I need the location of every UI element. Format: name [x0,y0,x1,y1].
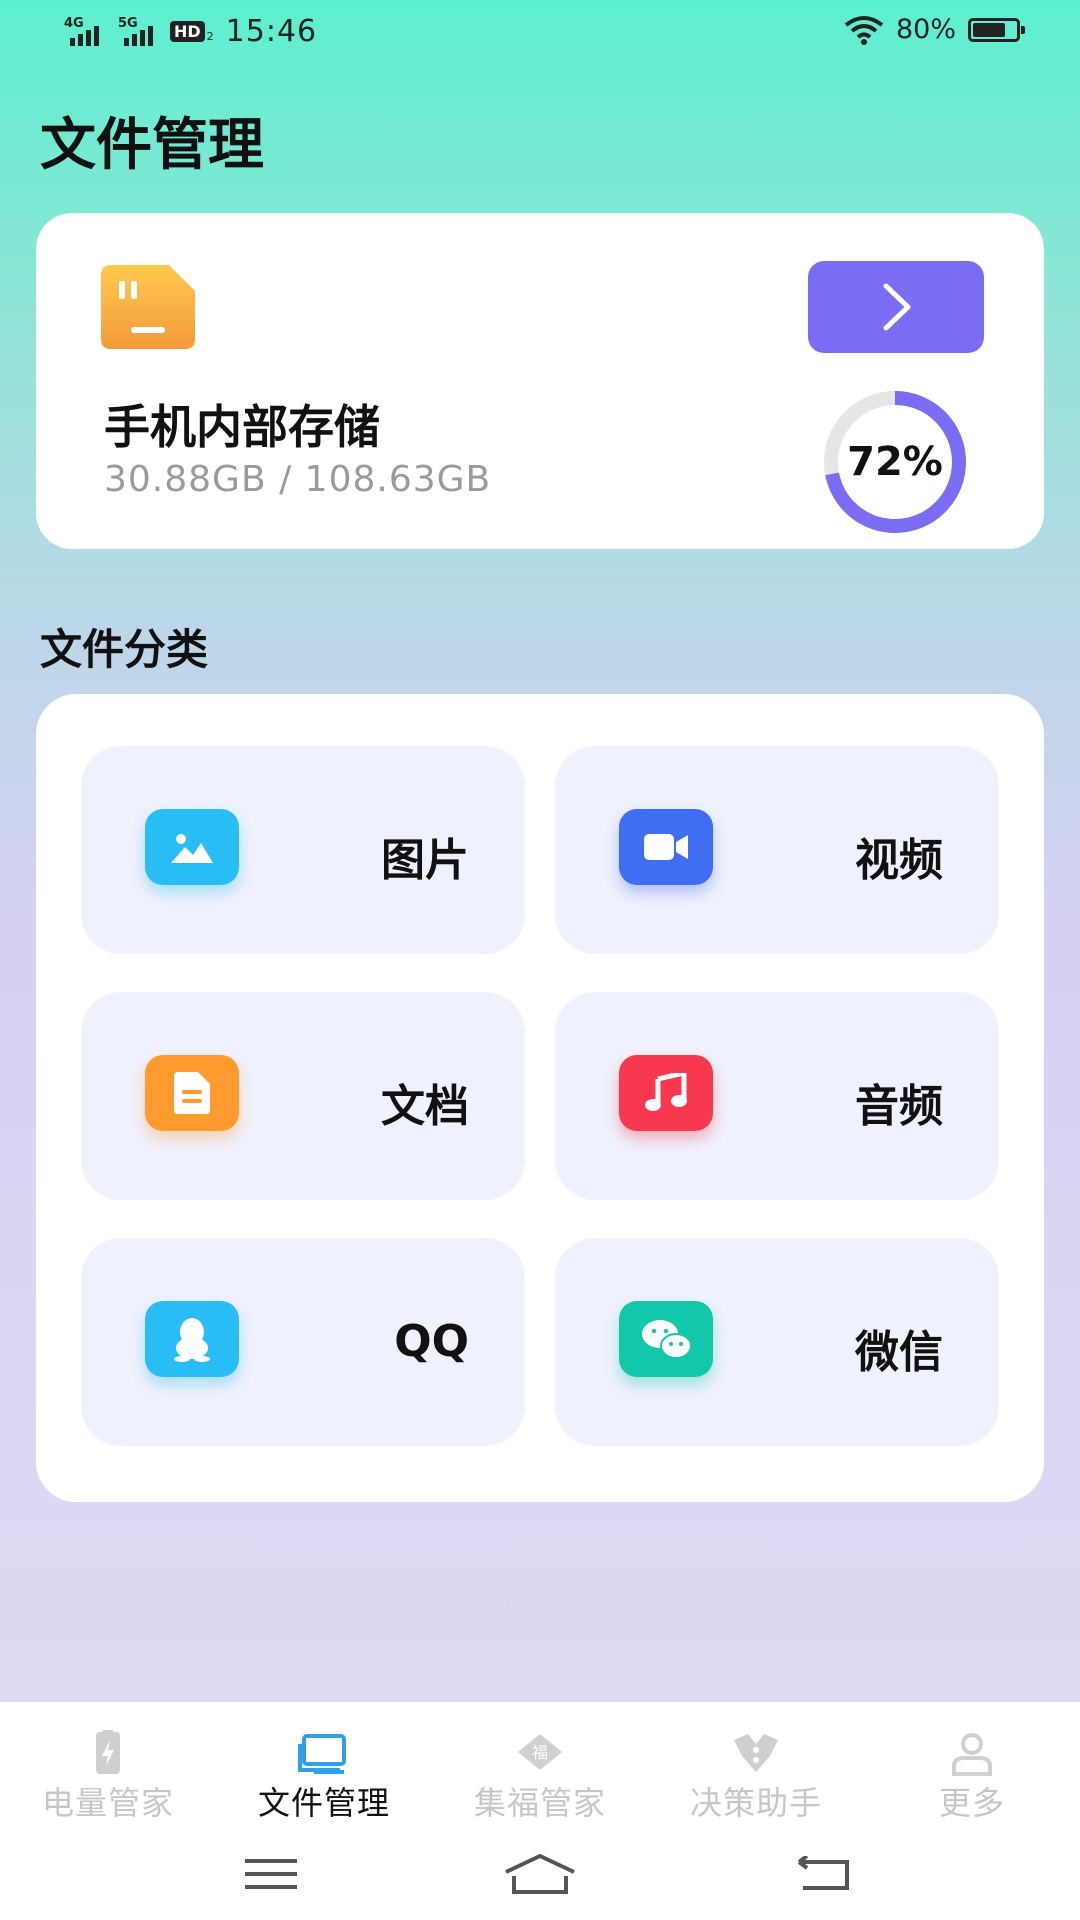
storage-card[interactable]: 手机内部存储 30.88GB / 108.63GB 72% [36,213,1044,549]
categories-card: 图片 视频 文档 音频 QQ 微信 [36,694,1044,1502]
tab-label: 电量管家 [41,1784,174,1822]
signal-icon: 4G [62,16,108,48]
category-label: 图片 [381,835,469,886]
image-icon [145,809,239,885]
category-documents[interactable]: 文档 [81,992,525,1200]
status-time: 15:46 [225,14,318,49]
category-label: 文档 [381,1081,469,1132]
storage-open-button[interactable] [808,261,984,353]
category-label: QQ [394,1316,469,1367]
signal-icon: 5G [116,16,162,48]
tab-file-manager[interactable]: 文件管理 [216,1720,432,1830]
tab-fortune-manager[interactable]: 福 集福管家 [432,1720,648,1830]
tab-battery-manager[interactable]: 电量管家 [0,1720,216,1830]
battery-percent: 80% [895,14,956,45]
home-icon [505,1854,575,1894]
menu-icon [245,1859,297,1889]
status-left: 4G 5G HD 2 15:46 [62,14,317,49]
sd-card-icon [101,265,195,349]
battery-manager-icon [96,1730,120,1774]
menu-button[interactable] [221,1844,321,1904]
category-audio[interactable]: 音频 [555,992,999,1200]
category-wechat[interactable]: 微信 [555,1238,999,1446]
music-icon [619,1055,713,1131]
status-bar: 4G 5G HD 2 15:46 80% [0,0,1080,70]
status-right: 80% [844,14,1025,45]
tab-label: 文件管理 [257,1784,390,1822]
wechat-icon [619,1301,713,1377]
storage-usage-percent: 72% [847,439,943,485]
back-icon [797,1856,849,1890]
document-icon [145,1055,239,1131]
folder-icon [298,1734,346,1774]
tab-label: 更多 [938,1784,1005,1822]
category-qq[interactable]: QQ [81,1238,525,1446]
person-icon [952,1733,992,1776]
svg-text:福: 福 [532,1743,548,1762]
system-navigation-bar [0,1844,1080,1904]
tab-label: 集福管家 [473,1784,606,1822]
storage-name: 手机内部存储 [104,400,380,454]
category-label: 微信 [855,1327,943,1378]
qq-penguin-icon [145,1301,239,1377]
fortune-icon: 福 [518,1734,562,1770]
battery-icon [968,17,1025,42]
category-videos[interactable]: 视频 [555,746,999,954]
decision-icon [734,1734,778,1772]
storage-size: 30.88GB / 108.63GB [104,459,492,500]
chevron-right-icon [883,283,911,331]
tab-more[interactable]: 更多 [864,1720,1080,1830]
tab-label: 决策助手 [689,1784,822,1822]
category-label: 音频 [855,1081,943,1132]
tab-decision-assistant[interactable]: 决策助手 [648,1720,864,1830]
page-title: 文件管理 [40,113,264,178]
home-button[interactable] [490,1844,590,1904]
back-button[interactable] [773,1844,873,1904]
video-icon [619,809,713,885]
category-images[interactable]: 图片 [81,746,525,954]
wifi-icon [844,15,884,45]
categories-title: 文件分类 [40,625,209,674]
hd-sim-index: 2 [206,30,214,43]
category-label: 视频 [855,835,943,886]
hd-voice-badge: HD [170,21,205,42]
bottom-tab-bar: 电量管家 文件管理 福 集福管家 决策助手 更多 [0,1702,1080,1920]
